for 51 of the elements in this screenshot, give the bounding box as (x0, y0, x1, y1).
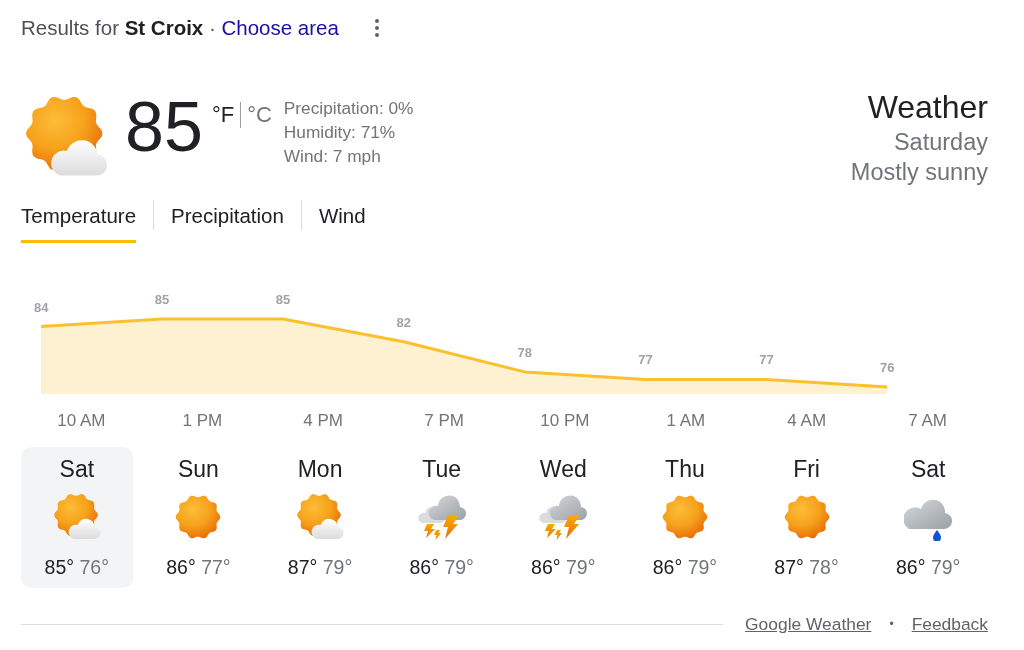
weather-detail: Precipitation: 0% (283, 97, 414, 120)
time-label: 7 AM (908, 411, 947, 430)
sun-cloud-icon (24, 95, 108, 179)
value-label: 77 (638, 352, 653, 368)
time-label: 7 PM (424, 411, 464, 430)
day-label: Saturday (893, 128, 988, 157)
chart-tab[interactable]: Temperature (21, 198, 137, 243)
chart-tab[interactable]: Precipitation (171, 198, 284, 243)
value-label: 85 (154, 292, 170, 307)
condition-label: Mostly sunny (850, 158, 988, 187)
day-card[interactable]: Sat 85° 76° (21, 447, 133, 588)
value-label: 76 (880, 360, 895, 375)
google-weather-link[interactable]: Google Weather (745, 612, 872, 636)
current-temperature: 85 (125, 92, 203, 162)
more-icon (374, 19, 379, 37)
feedback-link[interactable]: Feedback (911, 612, 988, 636)
value-label: 85 (275, 292, 291, 307)
time-label: 10 AM (57, 411, 106, 430)
results-heading: Results for St Croix · Choose area (21, 15, 339, 41)
time-label: 10 PM (540, 411, 590, 430)
link-separator: • (889, 616, 894, 633)
chart-tab[interactable]: Wind (318, 198, 366, 243)
sun-icon (174, 493, 223, 541)
storm-cloud-icon (539, 493, 588, 541)
weather-detail: Humidity: 71% (283, 121, 397, 144)
day-card[interactable]: Fri 87° 78° (750, 447, 863, 588)
more-button[interactable] (372, 17, 381, 39)
time-label: 4 AM (787, 411, 827, 430)
value-label: 77 (759, 352, 774, 368)
unit-button[interactable]: °F (211, 102, 235, 128)
day-card[interactable]: Tue 86° 79° (385, 447, 498, 588)
day-card[interactable]: Thu 86° 79° (629, 447, 741, 588)
weather-title: Weather (867, 90, 988, 124)
storm-cloud-icon (417, 493, 466, 541)
value-label: 82 (396, 314, 411, 330)
day-card[interactable]: Wed 86° 79° (507, 447, 620, 588)
unit-button[interactable]: °C (247, 102, 272, 128)
time-label: 1 PM (182, 411, 223, 430)
choose-area-link[interactable]: Choose area (221, 16, 339, 39)
weather-detail: Wind: 7 mph (283, 145, 382, 168)
sun-icon (782, 493, 831, 541)
sun-cloud-icon (52, 493, 101, 541)
time-label: 1 AM (666, 411, 706, 430)
day-card[interactable]: Mon 87° 79° (264, 447, 376, 588)
sun-cloud-icon (296, 493, 345, 541)
sun-icon (660, 493, 709, 541)
value-label: 84 (33, 299, 49, 315)
day-card[interactable]: Sat 86° 79° (872, 447, 984, 588)
day-card[interactable]: Sun 86° 77° (142, 447, 255, 588)
value-label: 78 (517, 344, 532, 360)
time-label: 4 PM (303, 411, 344, 430)
